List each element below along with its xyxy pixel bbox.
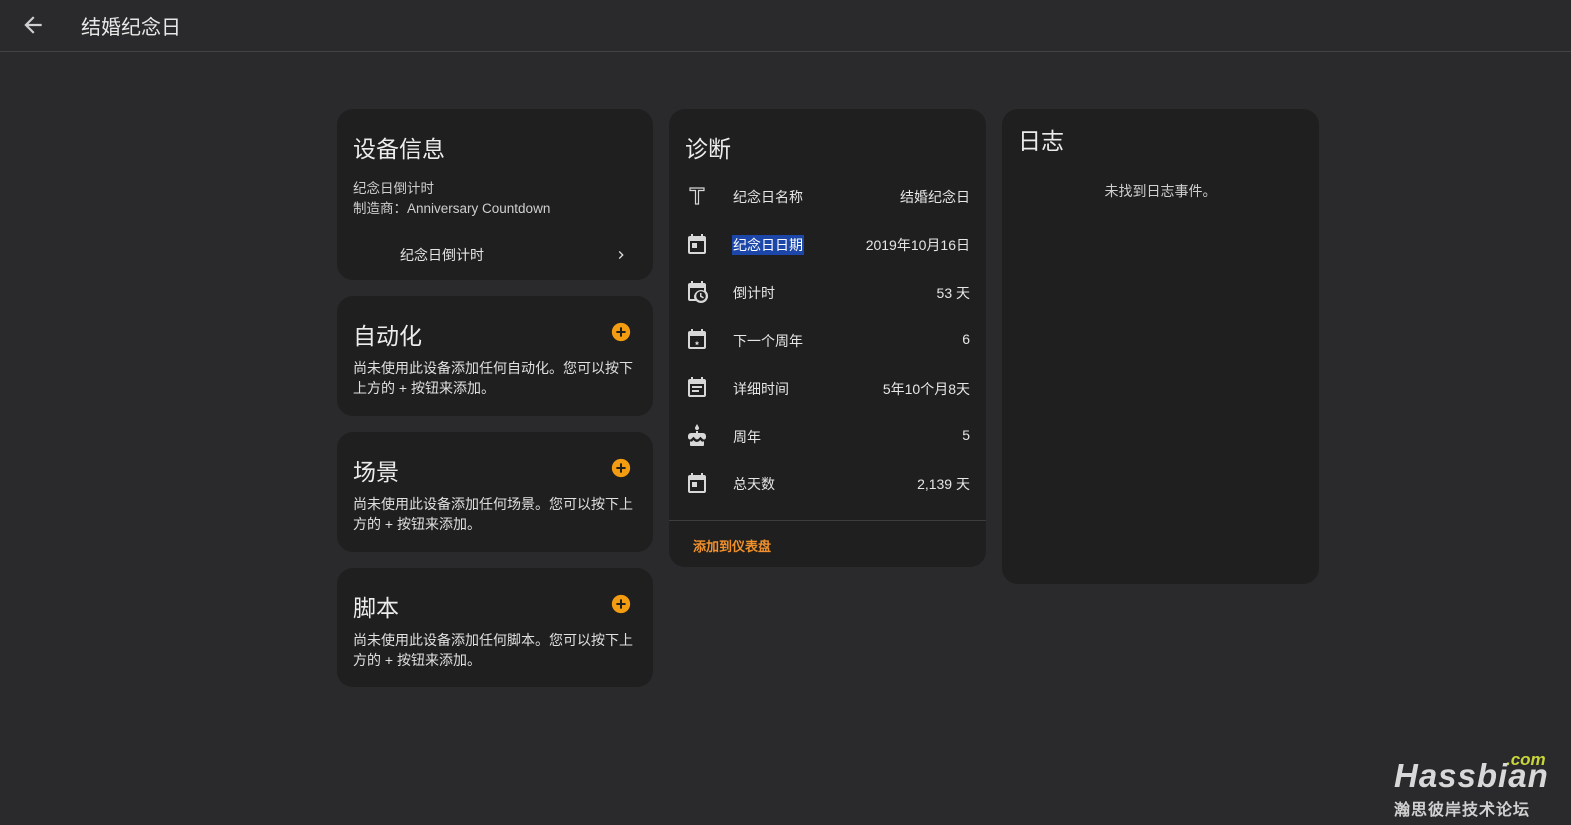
scene-title: 场景 [353, 459, 399, 485]
manufacturer-value: Anniversary Countdown [407, 201, 551, 216]
logbook-card: 日志 未找到日志事件。 [1002, 109, 1319, 584]
diag-label: 纪念日名称 [733, 189, 803, 205]
manufacturer-label: 制造商： [353, 201, 407, 216]
device-info-card: 设备信息 纪念日倒计时 制造商：Anniversary Countdown 纪念… [337, 109, 653, 280]
diag-label: 详细时间 [733, 381, 789, 397]
automation-title: 自动化 [353, 323, 422, 349]
calendar-star-icon [688, 329, 706, 349]
device-integration-label: 纪念日倒计时 [400, 247, 484, 263]
diag-label: 周年 [733, 429, 761, 445]
diagnostics-card: 诊断 纪念日名称 结婚纪念日 纪念日日期 2019年10月16日 倒计时 53 … [669, 109, 986, 567]
diag-label: 总天数 [733, 476, 775, 492]
diag-label: 纪念日日期 [732, 235, 804, 255]
add-script-button[interactable] [610, 593, 632, 615]
add-scene-button[interactable] [610, 457, 632, 479]
diag-row-anniversary-count[interactable]: 周年 5 [669, 416, 986, 456]
watermark-logo: Hassbian [1394, 757, 1549, 794]
diag-row-anniversary-name[interactable]: 纪念日名称 结婚纪念日 [669, 176, 986, 216]
calendar-text-icon [688, 377, 706, 397]
logbook-title: 日志 [1018, 128, 1064, 154]
script-title: 脚本 [353, 595, 399, 621]
device-integration-link[interactable]: 纪念日倒计时 [337, 239, 653, 271]
diag-value: 2,139 天 [917, 476, 970, 492]
arrow-left-icon[interactable] [20, 12, 46, 38]
calendar-clock-icon [688, 281, 709, 304]
diag-value: 6 [962, 331, 970, 347]
scene-card: 场景 尚未使用此设备添加任何场景。您可以按下上方的 + 按钮来添加。 [337, 432, 653, 552]
calendar-icon [688, 473, 706, 493]
cake-icon [688, 424, 706, 446]
diag-value: 5 [962, 427, 970, 443]
script-empty-text: 尚未使用此设备添加任何脚本。您可以按下上方的 + 按钮来添加。 [353, 632, 633, 668]
diag-label: 下一个周年 [733, 333, 803, 349]
add-to-dashboard-button[interactable]: 添加到仪表盘 [693, 536, 771, 555]
diag-value: 53 天 [936, 285, 970, 301]
diag-row-anniversary-date[interactable]: 纪念日日期 2019年10月16日 [669, 224, 986, 264]
diag-value: 2019年10月16日 [865, 237, 970, 253]
watermark-subtitle: 瀚思彼岸技术论坛 [1394, 802, 1531, 819]
chevron-right-icon [618, 251, 624, 259]
format-text-icon [689, 187, 705, 205]
logbook-empty-text: 未找到日志事件。 [1104, 183, 1217, 199]
divider [669, 520, 986, 521]
page-title: 结婚纪念日 [81, 17, 181, 39]
top-bar: 结婚纪念日 [0, 0, 1571, 52]
automation-empty-text: 尚未使用此设备添加任何自动化。您可以按下上方的 + 按钮来添加。 [353, 360, 633, 396]
add-automation-button[interactable] [610, 321, 632, 343]
diag-value: 结婚纪念日 [900, 189, 970, 205]
diag-row-detailed-time[interactable]: 详细时间 5年10个月8天 [669, 368, 986, 408]
diagnostics-title: 诊断 [685, 136, 731, 162]
automation-card: 自动化 尚未使用此设备添加任何自动化。您可以按下上方的 + 按钮来添加。 [337, 296, 653, 416]
diag-label: 倒计时 [733, 285, 775, 301]
diag-row-total-days[interactable]: 总天数 2,139 天 [669, 463, 986, 503]
diag-row-countdown[interactable]: 倒计时 53 天 [669, 272, 986, 312]
diag-value: 5年10个月8天 [882, 381, 970, 397]
scene-empty-text: 尚未使用此设备添加任何场景。您可以按下上方的 + 按钮来添加。 [353, 496, 633, 532]
calendar-today-icon [688, 234, 706, 254]
diag-row-next-anniversary[interactable]: 下一个周年 6 [669, 320, 986, 360]
device-info-title: 设备信息 [353, 136, 445, 162]
device-model: 纪念日倒计时 [353, 181, 434, 196]
script-card: 脚本 尚未使用此设备添加任何脚本。您可以按下上方的 + 按钮来添加。 [337, 568, 653, 687]
device-manufacturer-line: 制造商：Anniversary Countdown [353, 197, 550, 217]
